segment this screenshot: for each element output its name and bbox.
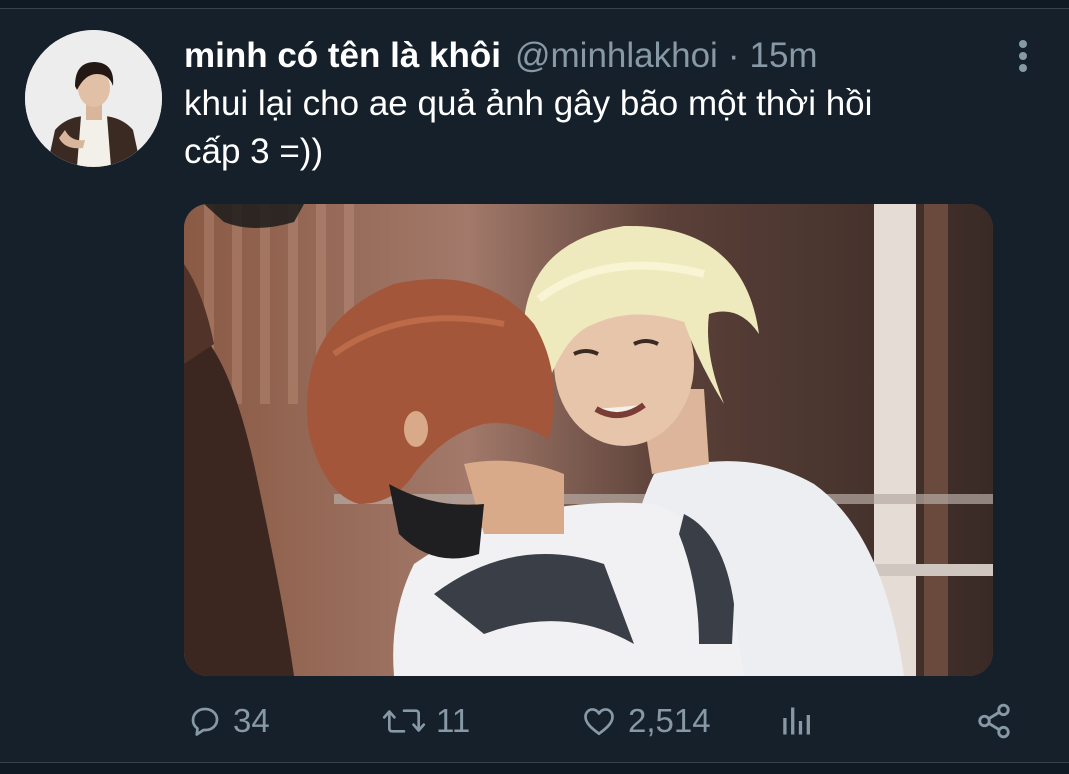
tweet-actions: 34 11 2,514 [0, 696, 1069, 746]
reply-count: 34 [233, 702, 270, 739]
reply-icon [191, 707, 219, 736]
bottom-divider [0, 762, 1069, 774]
avatar-image [25, 30, 162, 167]
tweet-photo[interactable] [184, 204, 993, 676]
display-name[interactable]: minh có tên là khôi [184, 34, 501, 78]
retweet-icon [382, 709, 426, 733]
avatar[interactable] [25, 30, 162, 167]
share-button[interactable] [974, 696, 1024, 746]
timestamp[interactable]: 15m [749, 34, 817, 78]
like-count: 2,514 [628, 702, 711, 739]
reply-button[interactable]: 34 [187, 696, 270, 746]
photo-illustration [184, 204, 993, 676]
analytics-button[interactable] [778, 696, 824, 746]
like-button[interactable]: 2,514 [580, 696, 711, 746]
user-handle[interactable]: @minhlakhoi [515, 34, 718, 78]
tweet-header: minh có tên là khôi @minhlakhoi · 15m [184, 34, 818, 78]
tweet-text: khui lại cho ae quả ảnh gây bão một thời… [184, 84, 873, 171]
separator-dot: · [727, 36, 740, 75]
share-icon [978, 703, 1010, 739]
more-vertical-icon[interactable] [1008, 36, 1038, 76]
retweet-count: 11 [436, 702, 471, 739]
heart-icon [584, 708, 614, 736]
retweet-button[interactable]: 11 [382, 696, 470, 746]
analytics-icon [783, 707, 810, 735]
top-divider [0, 0, 1069, 9]
